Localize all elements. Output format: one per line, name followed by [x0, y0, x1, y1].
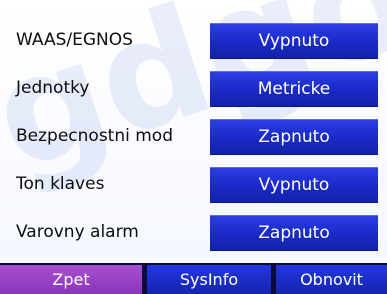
setting-label-waas: WAAS/EGNOS — [16, 30, 133, 50]
key-tone-value-button[interactable]: Vypnuto — [210, 167, 378, 203]
back-button[interactable]: Zpet — [0, 265, 142, 294]
settings-screen: gdgo WAAS/EGNOS Vypnuto Jednotky Metrick… — [0, 0, 387, 294]
setting-label-safety-mode: Bezpecnostni mod — [16, 126, 173, 146]
bottom-bar: Zpet SysInfo Obnovit — [0, 263, 387, 294]
warning-alarm-value-button[interactable]: Zapnuto — [210, 215, 378, 251]
setting-row-key-tone: Ton klaves Vypnuto — [0, 160, 387, 208]
setting-row-units: Jednotky Metricke — [0, 64, 387, 112]
setting-label-units: Jednotky — [16, 78, 90, 98]
waas-value-button[interactable]: Vypnuto — [210, 23, 378, 59]
units-value-button[interactable]: Metricke — [210, 71, 378, 107]
setting-row-waas: WAAS/EGNOS Vypnuto — [0, 16, 387, 64]
reset-button[interactable]: Obnovit — [276, 265, 387, 294]
setting-row-safety-mode: Bezpecnostni mod Zapnuto — [0, 112, 387, 160]
setting-label-warning-alarm: Varovny alarm — [16, 222, 139, 242]
safety-mode-value-button[interactable]: Zapnuto — [210, 119, 378, 155]
setting-label-key-tone: Ton klaves — [16, 174, 105, 194]
setting-row-warning-alarm: Varovny alarm Zapnuto — [0, 208, 387, 256]
sysinfo-button[interactable]: SysInfo — [147, 265, 271, 294]
